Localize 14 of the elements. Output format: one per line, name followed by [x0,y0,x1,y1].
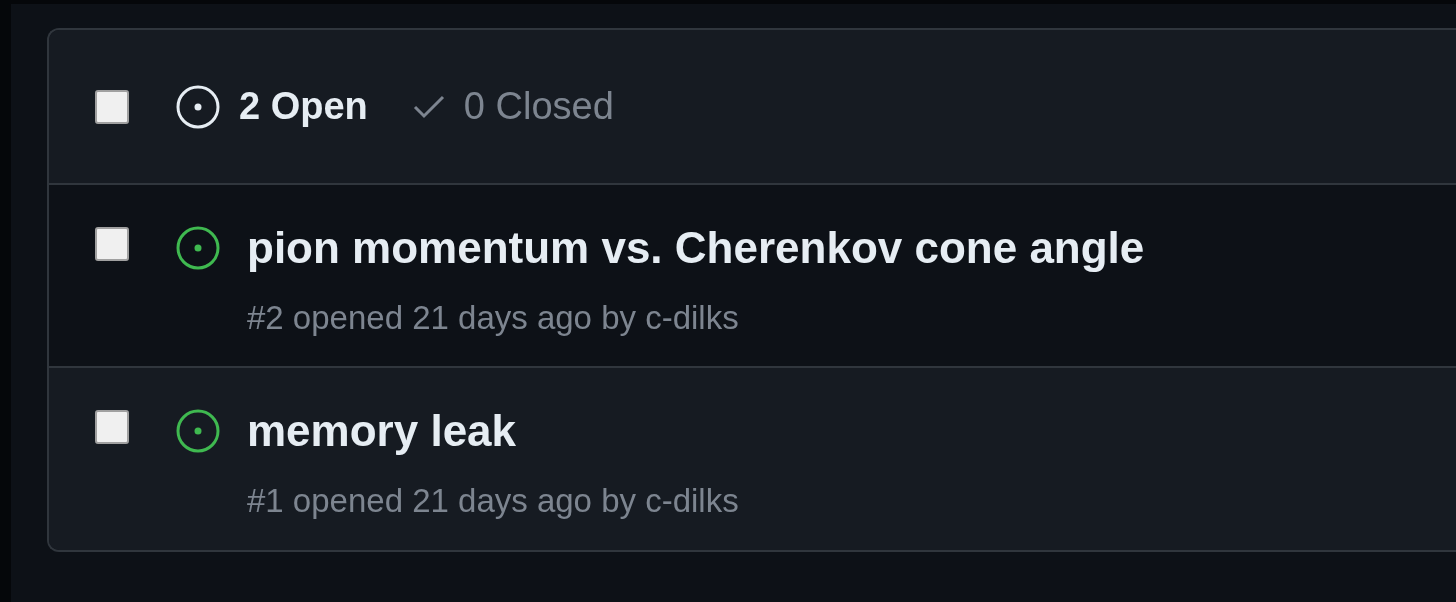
issue-meta: #1 opened 21 days ago by c-dilks [247,482,739,520]
select-all-checkbox[interactable] [95,89,129,124]
issue-open-icon [175,83,221,130]
filter-tab[interactable]: 0 Closed [411,85,614,128]
issue-title[interactable]: memory leak [247,406,517,456]
issue-meta: #2 opened 21 days ago by c-dilks [247,299,740,337]
issue-checkbox[interactable] [95,227,129,261]
issue-checkbox[interactable] [95,410,129,444]
issue-row[interactable]: memory leak #1 opened 21 days ago by c-dilks [49,368,1456,550]
issue-open-icon [175,225,221,271]
filter-tab[interactable]: 2 Open [175,83,368,130]
issue-title[interactable]: pion momentum vs. Cherenkov cone angle [247,223,1145,273]
check-icon [411,93,446,120]
issue-open-icon [175,408,221,454]
